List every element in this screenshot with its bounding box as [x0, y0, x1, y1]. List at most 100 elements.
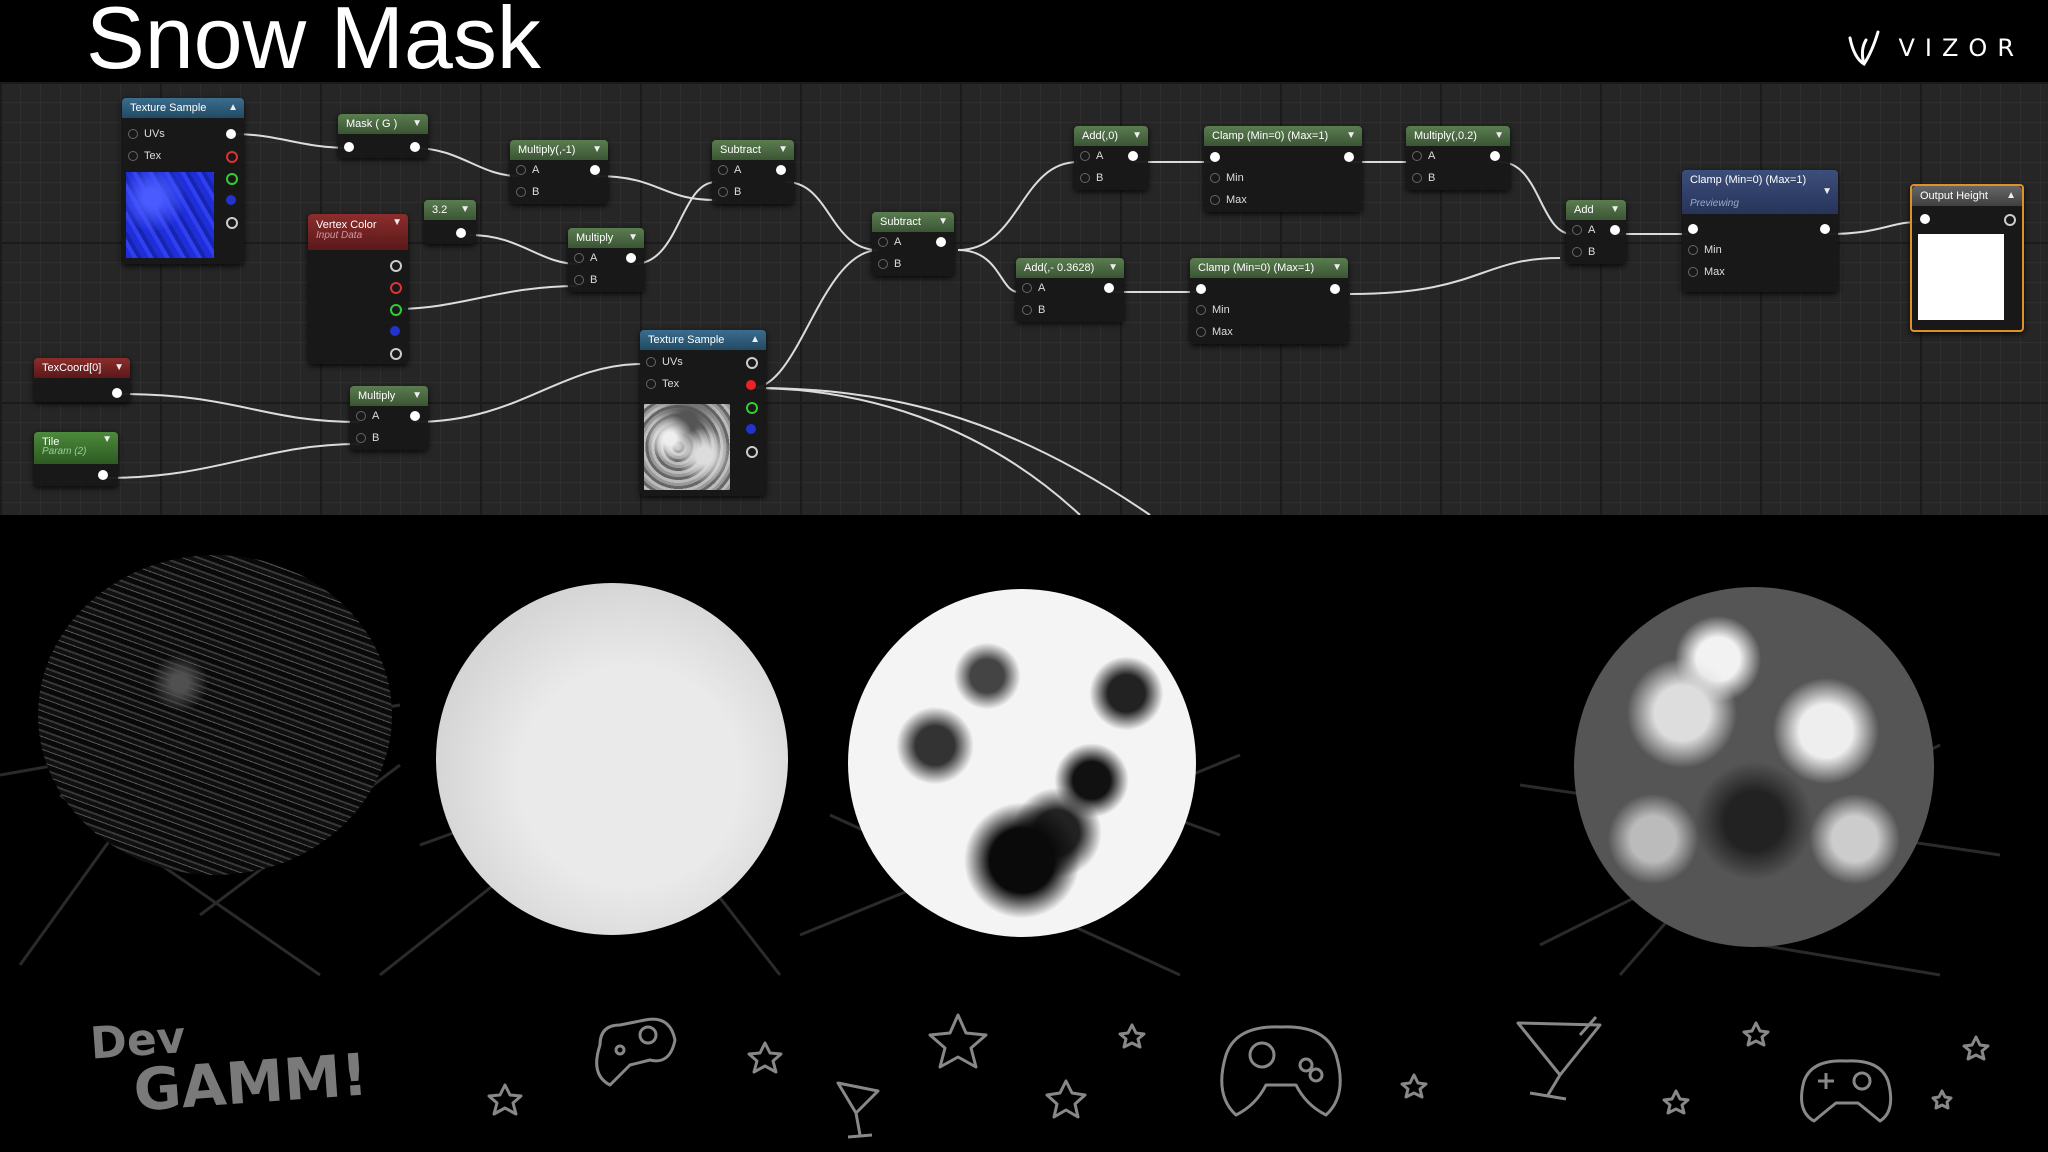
collapse-arrow-icon[interactable]: ▼ — [1822, 182, 1832, 202]
collapse-arrow-icon[interactable]: ▲ — [750, 330, 760, 350]
node-multiply-0-2[interactable]: Multiply(,0.2) ▼ A B — [1406, 126, 1510, 190]
collapse-arrow-icon[interactable]: ▼ — [460, 200, 470, 220]
collapse-arrow-icon[interactable]: ▼ — [102, 432, 112, 448]
output-pin[interactable] — [1330, 284, 1340, 294]
output-pin-rgb[interactable] — [390, 260, 402, 272]
pin-b[interactable]: B — [356, 432, 379, 444]
pin-b[interactable]: B — [516, 186, 539, 198]
input-pin[interactable] — [1210, 152, 1220, 162]
output-pin-b[interactable] — [390, 326, 400, 336]
output-pin[interactable] — [1490, 151, 1500, 161]
pin-a[interactable]: A — [1572, 224, 1595, 236]
node-subtract-1[interactable]: Subtract ▼ A B — [712, 140, 794, 204]
output-pin-r[interactable] — [226, 151, 238, 163]
output-pin-rgb[interactable] — [226, 129, 236, 139]
node-texture-sample-2[interactable]: Texture Sample ▲ UVs Tex — [640, 330, 766, 496]
node-clamp-2[interactable]: Clamp (Min=0) (Max=1) ▼ Min Max — [1190, 258, 1348, 344]
pin-min[interactable]: Min — [1210, 172, 1244, 184]
collapse-arrow-icon[interactable]: ▼ — [778, 140, 788, 160]
pin-uvs[interactable]: UVs — [646, 356, 683, 368]
node-output-height[interactable]: Output Height ▲ — [1910, 184, 2024, 332]
output-pin[interactable] — [936, 237, 946, 247]
output-pin-r[interactable] — [390, 282, 402, 294]
node-multiply-neg1[interactable]: Multiply(,-1) ▼ A B — [510, 140, 608, 204]
output-pin[interactable] — [1128, 151, 1138, 161]
output-pin-rgb[interactable] — [746, 357, 758, 369]
collapse-arrow-icon[interactable]: ▼ — [1494, 126, 1504, 146]
input-pin[interactable] — [1688, 224, 1698, 234]
collapse-arrow-icon[interactable]: ▼ — [392, 214, 402, 232]
output-pin-g[interactable] — [746, 402, 758, 414]
node-clamp-1[interactable]: Clamp (Min=0) (Max=1) ▼ Min Max — [1204, 126, 1362, 212]
node-tile-param[interactable]: Tile Param (2) ▼ — [34, 432, 118, 486]
collapse-arrow-icon[interactable]: ▲ — [228, 98, 238, 118]
output-pin[interactable] — [590, 165, 600, 175]
output-pin-r[interactable] — [746, 380, 756, 390]
pin-a[interactable]: A — [718, 164, 741, 176]
node-multiply-2[interactable]: Multiply ▼ A B — [350, 386, 428, 450]
node-constant-3-2[interactable]: 3.2 ▼ — [424, 200, 476, 244]
input-pin[interactable] — [344, 142, 354, 152]
output-pin[interactable] — [410, 411, 420, 421]
pin-b[interactable]: B — [1412, 172, 1435, 184]
pin-max[interactable]: Max — [1688, 266, 1725, 278]
output-pin-a[interactable] — [746, 446, 758, 458]
collapse-arrow-icon[interactable]: ▼ — [1610, 200, 1620, 220]
collapse-arrow-icon[interactable]: ▼ — [412, 114, 422, 134]
pin-a[interactable]: A — [1022, 282, 1045, 294]
pin-max[interactable]: Max — [1196, 326, 1233, 338]
input-pin[interactable] — [1920, 214, 1930, 224]
output-pin[interactable] — [410, 142, 420, 152]
output-pin-b[interactable] — [226, 195, 236, 205]
pin-b[interactable]: B — [718, 186, 741, 198]
node-texture-sample-1[interactable]: Texture Sample ▲ UVs Tex — [122, 98, 244, 264]
pin-a[interactable]: A — [356, 410, 379, 422]
pin-b[interactable]: B — [574, 274, 597, 286]
output-pin-a[interactable] — [390, 348, 402, 360]
output-pin[interactable] — [98, 470, 108, 480]
collapse-arrow-icon[interactable]: ▼ — [412, 386, 422, 406]
collapse-arrow-icon[interactable]: ▼ — [1332, 258, 1342, 278]
collapse-arrow-icon[interactable]: ▼ — [592, 140, 602, 160]
pin-a[interactable]: A — [878, 236, 901, 248]
node-add-final[interactable]: Add ▼ A B — [1566, 200, 1626, 264]
node-add-0[interactable]: Add(,0) ▼ A B — [1074, 126, 1148, 190]
pin-uvs[interactable]: UVs — [128, 128, 165, 140]
output-pin[interactable] — [626, 253, 636, 263]
output-pin[interactable] — [2004, 214, 2016, 226]
output-pin-b[interactable] — [746, 424, 756, 434]
pin-tex[interactable]: Tex — [646, 378, 679, 390]
node-mask-g[interactable]: Mask ( G ) ▼ — [338, 114, 428, 158]
output-pin-a[interactable] — [226, 217, 238, 229]
pin-b[interactable]: B — [1572, 246, 1595, 258]
collapse-arrow-icon[interactable]: ▼ — [114, 358, 124, 378]
node-clamp-previewing[interactable]: Clamp (Min=0) (Max=1) Previewing ▼ Min Max — [1682, 170, 1838, 292]
collapse-arrow-icon[interactable]: ▼ — [628, 228, 638, 248]
pin-b[interactable]: B — [1022, 304, 1045, 316]
pin-b[interactable]: B — [878, 258, 901, 270]
output-pin[interactable] — [1344, 152, 1354, 162]
node-multiply-1[interactable]: Multiply ▼ A B — [568, 228, 644, 292]
node-texcoord[interactable]: TexCoord[0] ▼ — [34, 358, 130, 402]
node-vertex-color[interactable]: Vertex Color Input Data ▼ — [308, 214, 408, 364]
collapse-arrow-icon[interactable]: ▼ — [1132, 126, 1142, 146]
collapse-arrow-icon[interactable]: ▼ — [938, 212, 948, 232]
material-graph[interactable]: Texture Sample ▲ UVs Tex Mask ( G ) ▼ Mult… — [0, 82, 2048, 515]
output-pin[interactable] — [776, 165, 786, 175]
pin-tex[interactable]: Tex — [128, 150, 161, 162]
output-pin-g[interactable] — [390, 304, 402, 316]
pin-a[interactable]: A — [574, 252, 597, 264]
output-pin[interactable] — [112, 388, 122, 398]
node-subtract-2[interactable]: Subtract ▼ A B — [872, 212, 954, 276]
pin-min[interactable]: Min — [1688, 244, 1722, 256]
collapse-arrow-icon[interactable]: ▼ — [1108, 258, 1118, 278]
pin-a[interactable]: A — [1412, 150, 1435, 162]
output-pin[interactable] — [1820, 224, 1830, 234]
pin-max[interactable]: Max — [1210, 194, 1247, 206]
output-pin[interactable] — [456, 228, 466, 238]
pin-min[interactable]: Min — [1196, 304, 1230, 316]
output-pin-g[interactable] — [226, 173, 238, 185]
input-pin[interactable] — [1196, 284, 1206, 294]
collapse-arrow-icon[interactable]: ▲ — [2006, 186, 2016, 206]
output-pin[interactable] — [1104, 283, 1114, 293]
